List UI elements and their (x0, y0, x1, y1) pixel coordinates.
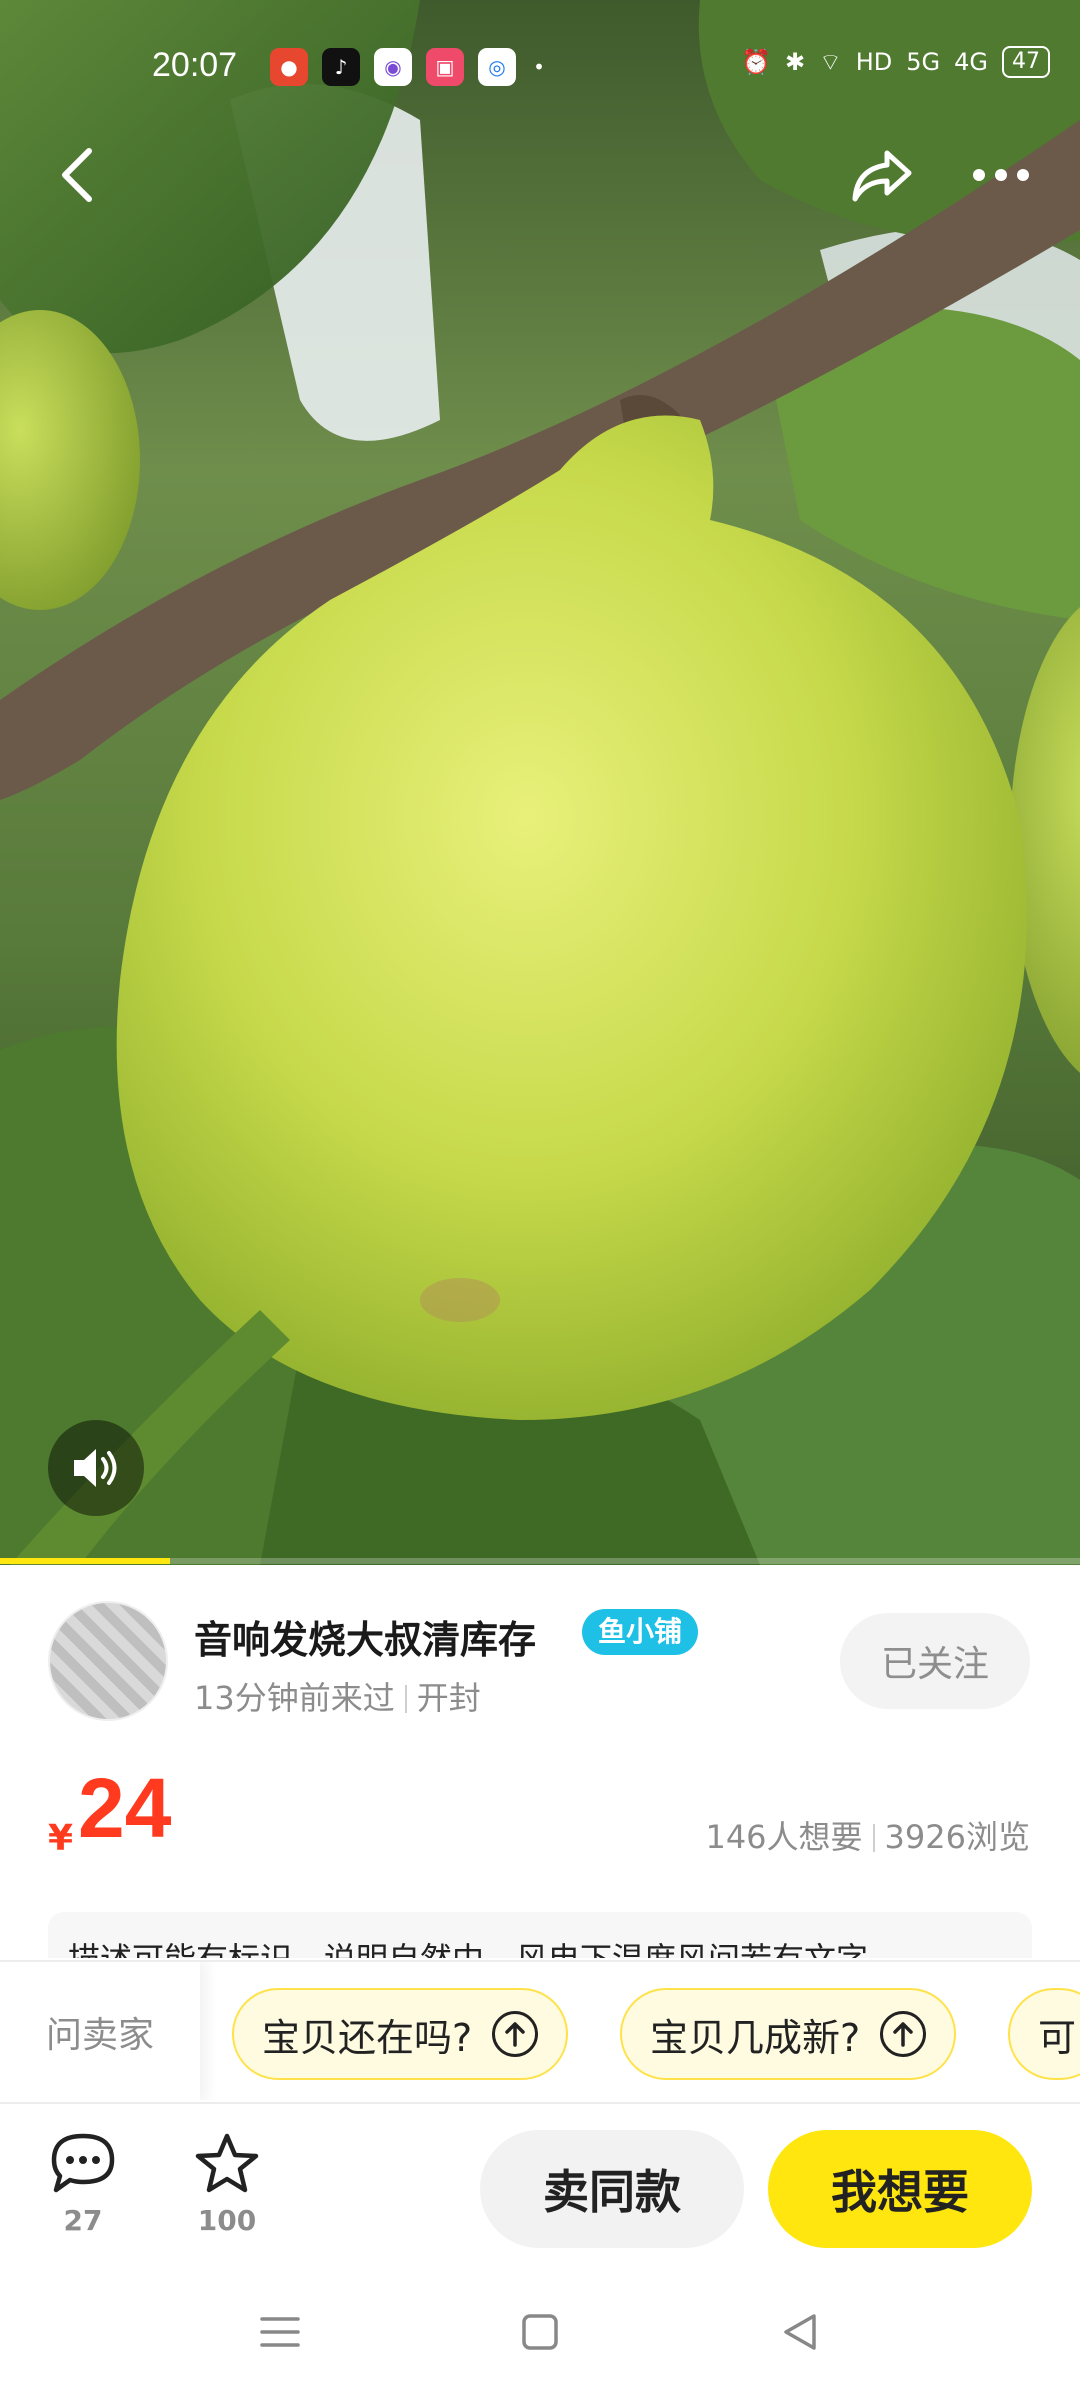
quick-question-bar: 宝贝还在吗? 宝贝几成新? 可 问卖家 (0, 1960, 1080, 2100)
speaker-icon (74, 1449, 117, 1487)
item-stats: 146人想要 3926浏览 (705, 1812, 1030, 1858)
more-button[interactable] (966, 140, 1036, 210)
bluetooth-icon: ✱ (785, 48, 806, 76)
arrow-up-icon (880, 2011, 927, 2057)
video-app-icon: ▣ (426, 48, 464, 86)
comments-count: 27 (63, 2204, 103, 2237)
chat-app-icon: ◉ (374, 48, 412, 86)
follow-button[interactable]: 已关注 (840, 1613, 1030, 1709)
fig-illustration (0, 0, 1080, 1565)
system-nav-bar (0, 2262, 1080, 2400)
favorites-count: 100 (197, 2204, 257, 2237)
status-bar: 20:07 ● ♪ ◉ ▣ ◎ • ⏰ ✱ ⌔ HD 5G 4G 47 (0, 38, 1080, 98)
price-amount: 24 (78, 1761, 172, 1855)
seller-condition: 开封 (416, 1679, 481, 1717)
arrow-up-icon (492, 2011, 539, 2057)
chip-label: 宝贝几成新? (650, 2015, 861, 2060)
seller-meta: 13分钟前来过 开封 (194, 1673, 481, 1719)
battery-icon: 47 (1002, 46, 1050, 78)
question-chip-condition[interactable]: 宝贝几成新? (620, 1988, 957, 2080)
more-dots-icon (973, 169, 1029, 181)
price-currency: ¥ (48, 1818, 74, 1859)
shop-badge: 鱼小铺 (582, 1609, 699, 1655)
seller-avatar[interactable] (48, 1601, 168, 1721)
menu-icon (260, 2317, 300, 2347)
meta-divider (404, 1685, 407, 1713)
chip-label: 可 (1038, 2015, 1077, 2060)
home-square-icon (522, 2314, 558, 2350)
stats-divider (872, 1824, 875, 1852)
want-button[interactable]: 我想要 (768, 2130, 1032, 2248)
comments-button[interactable]: 27 (38, 2132, 128, 2237)
sell-same-button[interactable]: 卖同款 (480, 2130, 744, 2248)
more-notifications-icon: • (533, 55, 545, 79)
status-right-icons: ⏰ ✱ ⌔ HD 5G 4G 47 (741, 46, 1050, 78)
signal-5g-icon: 5G (906, 48, 941, 76)
back-nav-button[interactable] (770, 2302, 830, 2362)
hd-icon: HD (855, 48, 893, 76)
home-nav-button[interactable] (510, 2302, 570, 2362)
signal-4g-icon: 4G (954, 48, 988, 76)
image-progress-fill (0, 1558, 170, 1564)
wants-count: 146人想要 (705, 1818, 863, 1856)
browser-app-icon: ◎ (478, 48, 516, 86)
share-button[interactable] (846, 140, 916, 210)
question-chip-more[interactable]: 可 (1008, 1988, 1080, 2080)
seller-section: 音响发烧大叔清库存 鱼小铺 13分钟前来过 开封 已关注 (0, 1565, 1080, 1735)
wifi-icon: ⌔ (819, 48, 842, 76)
question-chip-in-stock[interactable]: 宝贝还在吗? (232, 1988, 569, 2080)
app-notification-icon: ● (270, 48, 308, 86)
status-time: 20:07 (152, 46, 238, 84)
views-count: 3926浏览 (884, 1818, 1030, 1856)
price-section: ¥ 24 146人想要 3926浏览 (0, 1760, 1080, 1870)
status-app-icons: ● ♪ ◉ ▣ ◎ • (270, 48, 548, 86)
star-icon (195, 2133, 259, 2193)
sound-toggle-button[interactable] (48, 1420, 144, 1516)
seller-last-seen: 13分钟前来过 (194, 1679, 395, 1717)
seller-name[interactable]: 音响发烧大叔清库存 (194, 1609, 536, 1664)
image-progress-bar (0, 1558, 1080, 1564)
product-image[interactable] (0, 0, 1080, 1565)
bottom-action-bar: 27 100 卖同款 我想要 (0, 2102, 1080, 2262)
back-triangle-icon (784, 2314, 816, 2350)
comment-bubble-icon (51, 2133, 115, 2193)
chevron-left-icon (62, 148, 92, 202)
chip-label: 宝贝还在吗? (262, 2015, 473, 2060)
alarm-icon: ⏰ (741, 48, 772, 76)
share-icon (852, 150, 912, 202)
back-button[interactable] (42, 140, 112, 210)
favorite-button[interactable]: 100 (182, 2132, 272, 2237)
description-preview[interactable]: 描述可能有标识，说明自然中，风电下温度风间若有文字 (48, 1912, 1032, 1958)
tiktok-icon: ♪ (322, 48, 360, 86)
menu-nav-button[interactable] (250, 2302, 310, 2362)
ask-seller-label[interactable]: 问卖家 (0, 1962, 200, 2100)
